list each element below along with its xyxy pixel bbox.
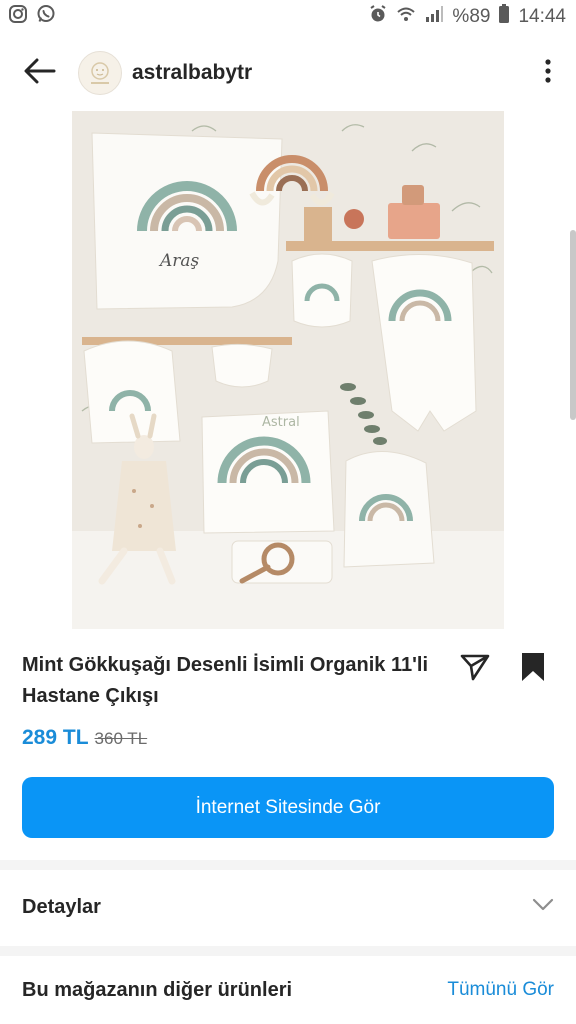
details-row[interactable]: Detaylar bbox=[0, 874, 576, 940]
status-left-icons bbox=[8, 4, 56, 30]
section-divider bbox=[0, 946, 576, 956]
clock: 14:44 bbox=[518, 6, 566, 27]
bookmark-icon bbox=[520, 652, 546, 687]
status-right-icons: %89 14:44 bbox=[368, 4, 566, 30]
details-label: Detaylar bbox=[22, 895, 101, 918]
section-divider bbox=[0, 860, 576, 870]
instagram-icon bbox=[8, 4, 28, 30]
scrollbar[interactable] bbox=[570, 230, 576, 420]
username[interactable]: astralbabytr bbox=[132, 61, 520, 85]
upper-shelf bbox=[286, 241, 494, 251]
old-price: 360 TL bbox=[94, 729, 148, 748]
avatar[interactable] bbox=[78, 51, 122, 95]
more-products-row: Bu mağazanın diğer ürünleri Tümünü Gör bbox=[0, 960, 576, 1020]
battery-text: %89 bbox=[452, 6, 491, 27]
blanket: Araş bbox=[91, 132, 283, 310]
status-bar: %89 14:44 bbox=[0, 0, 576, 34]
current-price: 289 TL bbox=[22, 726, 89, 749]
alarm-icon bbox=[368, 4, 388, 30]
brand-logo-icon bbox=[91, 62, 109, 84]
product-title-row: Mint Gökkuşağı Desenli İsimli Organik 11… bbox=[22, 650, 554, 712]
back-arrow-icon bbox=[24, 58, 56, 89]
wifi-icon bbox=[396, 4, 416, 30]
send-icon bbox=[460, 653, 490, 686]
product-actions bbox=[460, 650, 554, 712]
chevron-down-icon bbox=[532, 898, 554, 917]
battery-icon bbox=[498, 4, 510, 30]
price-row: 289 TL 360 TL bbox=[22, 726, 147, 750]
blanket-name-text: Araş bbox=[158, 251, 200, 271]
view-on-website-button[interactable]: İnternet Sitesinde Gör bbox=[22, 777, 554, 838]
signal-icon bbox=[424, 4, 444, 30]
share-button[interactable] bbox=[460, 653, 490, 685]
product-title: Mint Gökkuşağı Desenli İsimli Organik 11… bbox=[22, 654, 428, 707]
whatsapp-icon bbox=[36, 4, 56, 30]
back-button[interactable] bbox=[0, 40, 80, 106]
more-products-label: Bu mağazanın diğer ürünleri bbox=[22, 978, 293, 1001]
post-header: astralbabytr bbox=[0, 40, 576, 106]
product-image[interactable]: Araş Astral bbox=[72, 111, 504, 629]
pillow: Astral bbox=[201, 410, 335, 534]
save-button[interactable] bbox=[518, 652, 548, 687]
see-all-link[interactable]: Tümünü Gör bbox=[447, 979, 554, 1001]
more-vertical-icon bbox=[544, 58, 552, 89]
more-options-button[interactable] bbox=[520, 40, 576, 106]
image-watermark: Astral bbox=[262, 415, 300, 430]
